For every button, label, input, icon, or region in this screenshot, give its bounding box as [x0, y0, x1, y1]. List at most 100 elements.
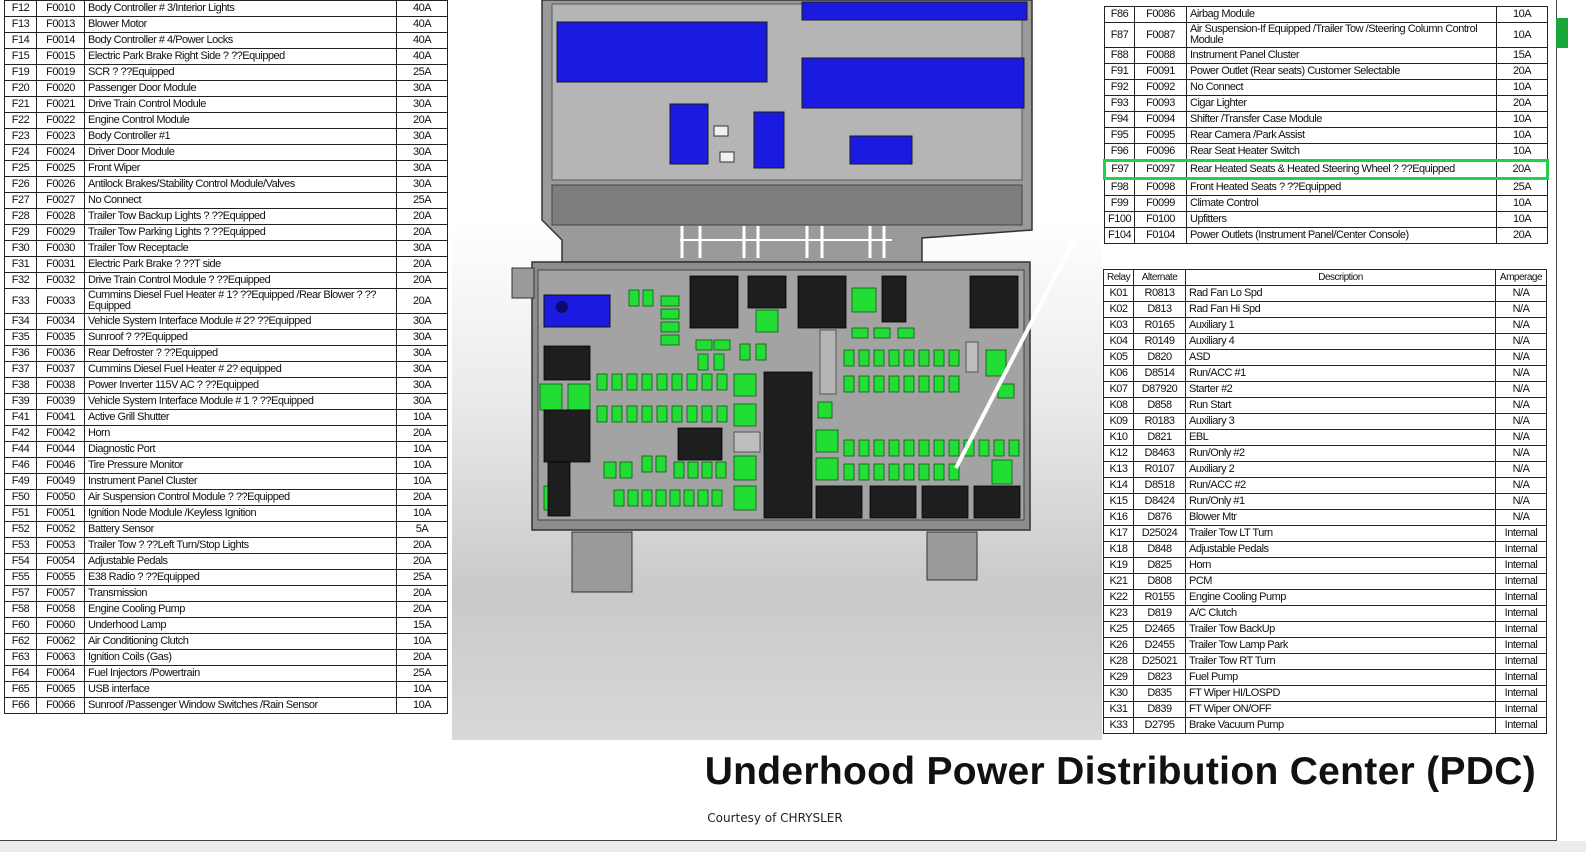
fuse-cavity-cell: F94: [1104, 111, 1135, 128]
fuse-cavity-cell: F35: [4, 329, 37, 346]
fuse-alternate-cell: F0087: [1134, 22, 1187, 48]
fuse-amperage-cell: 25A: [1496, 178, 1548, 196]
relay-cavity-cell: K19: [1103, 557, 1134, 574]
relay-row: K28 D25021 Trailer Tow RT Turn Internal: [1103, 653, 1547, 670]
fuse-amperage-cell: 10A: [396, 473, 448, 490]
fuse-row: F93 F0093 Cigar Lighter 20A: [1104, 95, 1548, 112]
fuse-cavity-cell: F44: [4, 441, 37, 458]
relay-alternate-cell: D858: [1133, 397, 1186, 414]
fuse-cavity-cell: F36: [4, 345, 37, 362]
relay-row: K22 R0155 Engine Cooling Pump Internal: [1103, 589, 1547, 606]
fuse-cavity-cell: F95: [1104, 127, 1135, 144]
fuse-amperage-cell: 20A: [396, 585, 448, 602]
relay-cavity-cell: K22: [1103, 589, 1134, 606]
fuse-cavity-cell: F13: [4, 16, 37, 33]
relay-amperage-cell: N/A: [1495, 413, 1547, 430]
relay-row: K16 D876 Blower Mtr N/A: [1103, 509, 1547, 526]
fuse-description-cell: Cigar Lighter: [1186, 95, 1497, 112]
fuse-description-cell: Cummins Diesel Fuel Heater # 1? ??Equipp…: [84, 288, 397, 314]
fuse-amperage-cell: 10A: [396, 441, 448, 458]
relay-amperage-cell: N/A: [1495, 365, 1547, 382]
fuse-alternate-cell: F0023: [36, 128, 85, 145]
fuse-alternate-cell: F0100: [1134, 211, 1187, 228]
fuse-row: F15 F0015 Electric Park Brake Right Side ?…: [4, 48, 448, 65]
fuse-amperage-cell: 20A: [396, 425, 448, 442]
relay-amperage-cell: N/A: [1495, 445, 1547, 462]
fuse-amperage-cell: 20A: [396, 272, 448, 289]
fuse-amperage-cell: 10A: [396, 409, 448, 426]
relay-cavity-cell: K08: [1103, 397, 1134, 414]
relay-amperage-cell: N/A: [1495, 381, 1547, 398]
relay-amperage-cell: N/A: [1495, 429, 1547, 446]
relay-row: K31 D839 FT Wiper ON/OFF Internal: [1103, 701, 1547, 718]
fuse-cavity-cell: F41: [4, 409, 37, 426]
fuse-alternate-cell: F0046: [36, 457, 85, 474]
fuse-row: F27 F0027 No Connect 25A: [4, 192, 448, 209]
fuse-description-cell: Horn: [84, 425, 397, 442]
relay-blue-block: [556, 21, 768, 83]
fuse-row: F23 F0023 Body Controller #1 30A: [4, 128, 448, 145]
fuse-amperage-cell: 20A: [396, 537, 448, 554]
relay-description-cell: Trailer Tow RT Turn: [1185, 653, 1496, 670]
fuse-cavity-cell: F15: [4, 48, 37, 65]
fuse-amperage-cell: 40A: [396, 0, 448, 17]
fuse-alternate-cell: F0096: [1134, 143, 1187, 161]
fuse-alternate-cell: F0041: [36, 409, 85, 426]
fuse-cavity-cell: F29: [4, 224, 37, 241]
fuse-cavity-cell: F14: [4, 32, 37, 49]
relay-blue-block: [543, 294, 611, 328]
fuse-row: F13 F0013 Blower Motor 40A: [4, 16, 448, 33]
fuse-alternate-cell: F0062: [36, 633, 85, 650]
fuse-alternate-cell: F0034: [36, 313, 85, 330]
relay-description-cell: Adjustable Pedals: [1185, 541, 1496, 558]
fuse-amperage-cell: 40A: [396, 48, 448, 65]
fuse-row: F87 F0087 Air Suspension-If Equipped /Trai…: [1104, 22, 1548, 48]
fuse-alternate-cell: F0033: [36, 288, 85, 314]
relay-cavity-cell: K30: [1103, 685, 1134, 702]
fuse-cavity-cell: F58: [4, 601, 37, 618]
fuse-amperage-cell: 30A: [396, 240, 448, 257]
fuse-description-cell: Drive Train Control Module: [84, 96, 397, 113]
fuse-alternate-cell: F0065: [36, 681, 85, 698]
fuse-amperage-cell: 20A: [396, 601, 448, 618]
relay-description-cell: PCM: [1185, 573, 1496, 590]
fuse-cavity-cell: F31: [4, 256, 37, 273]
fuse-alternate-cell: F0036: [36, 345, 85, 362]
fuse-description-cell: Upfitters: [1186, 211, 1497, 228]
side-tab[interactable]: [1556, 18, 1568, 48]
relay-cavity-cell: K03: [1103, 317, 1134, 334]
fuse-amperage-cell: 10A: [1496, 79, 1548, 96]
relay-description-cell: Run/Only #2: [1185, 445, 1496, 462]
relay-alternate-cell: D8424: [1133, 493, 1186, 510]
relay-blue-block: [669, 103, 709, 165]
fuse-alternate-cell: F0088: [1134, 47, 1187, 64]
relay-alternate-cell: D8514: [1133, 365, 1186, 382]
fuse-row: F21 F0021 Drive Train Control Module 30A: [4, 96, 448, 113]
fuse-description-cell: Front Heated Seats ? ??Equipped: [1186, 178, 1497, 196]
fuse-row: F92 F0092 No Connect 10A: [1104, 79, 1548, 96]
fuse-amperage-cell: 30A: [396, 393, 448, 410]
fuse-amperage-cell: 20A: [1496, 227, 1548, 244]
fuse-cavity-cell: F50: [4, 489, 37, 506]
fuse-amperage-cell: 20A: [396, 553, 448, 570]
fuse-row: F95 F0095 Rear Camera /Park Assist 10A: [1104, 127, 1548, 144]
fuse-description-cell: Air Conditioning Clutch: [84, 633, 397, 650]
relay-alternate-cell: R0155: [1133, 589, 1186, 606]
relay-cavity-cell: K02: [1103, 301, 1134, 318]
fuse-alternate-cell: F0104: [1134, 227, 1187, 244]
fuse-amperage-cell: 10A: [1496, 6, 1548, 23]
fuse-description-cell: Trailer Tow Parking Lights ? ??Equipped: [84, 224, 397, 241]
fuse-description-cell: Vehicle System Interface Module # 2? ??E…: [84, 313, 397, 330]
fuse-cavity-cell: F30: [4, 240, 37, 257]
relay-amperage-cell: N/A: [1495, 301, 1547, 318]
relay-amperage-cell: Internal: [1495, 525, 1547, 542]
fuse-description-cell: Diagnostic Port: [84, 441, 397, 458]
fuse-cavity-cell: F21: [4, 96, 37, 113]
fuse-cavity-cell: F38: [4, 377, 37, 394]
fuse-row: F52 F0052 Battery Sensor 5A: [4, 521, 448, 538]
relay-alternate-cell: R0107: [1133, 461, 1186, 478]
fuse-row: F30 F0030 Trailer Tow Receptacle 30A: [4, 240, 448, 257]
relay-alternate-cell: D876: [1133, 509, 1186, 526]
fuse-description-cell: Sunroof /Passenger Window Switches /Rain…: [84, 697, 397, 714]
fuse-row: F44 F0044 Diagnostic Port 10A: [4, 441, 448, 458]
